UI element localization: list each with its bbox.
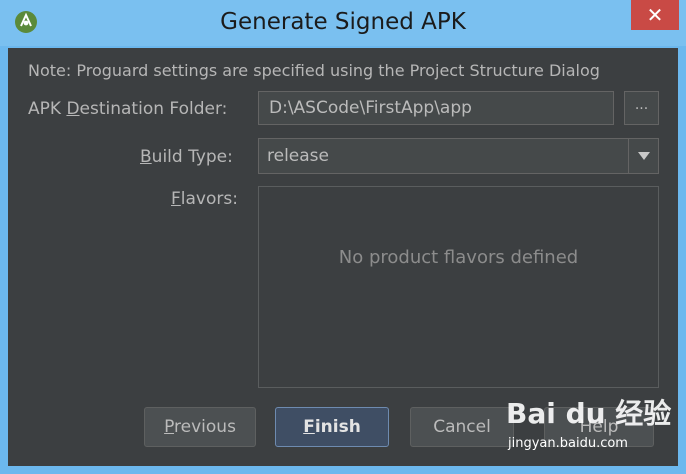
baidu-watermark: Bai du 经验 jingyan.baidu.com — [506, 392, 676, 462]
baidu-logo: Bai du 经验 — [506, 397, 672, 430]
build-type-label: Build Type: — [140, 147, 233, 167]
dialog-window: Generate Signed APK ✕ Note: Proguard set… — [0, 0, 686, 474]
title-bar[interactable]: Generate Signed APK ✕ — [0, 0, 686, 46]
destination-folder-label: APK Destination Folder: — [28, 99, 228, 119]
previous-button[interactable]: Previous — [144, 407, 256, 447]
cancel-button[interactable]: Cancel — [410, 407, 514, 447]
chevron-down-icon — [638, 152, 650, 160]
close-icon: ✕ — [646, 3, 664, 27]
flavors-empty-text: No product flavors defined — [338, 247, 579, 268]
destination-folder-input[interactable]: D:\ASCode\FirstApp\app — [258, 91, 614, 125]
finish-button[interactable]: Finish — [275, 407, 389, 447]
dialog-title: Generate Signed APK — [220, 9, 466, 35]
build-type-select[interactable]: release — [258, 138, 659, 174]
browse-button[interactable]: ... — [624, 91, 659, 125]
proguard-note: Note: Proguard settings are specified us… — [28, 61, 600, 80]
build-type-value: release — [267, 146, 329, 166]
dropdown-button[interactable] — [628, 139, 658, 173]
flavors-label: Flavors: — [171, 189, 238, 209]
close-button[interactable]: ✕ — [631, 0, 679, 30]
watermark-url: jingyan.baidu.com — [508, 436, 628, 451]
flavors-list[interactable]: No product flavors defined — [258, 186, 659, 388]
